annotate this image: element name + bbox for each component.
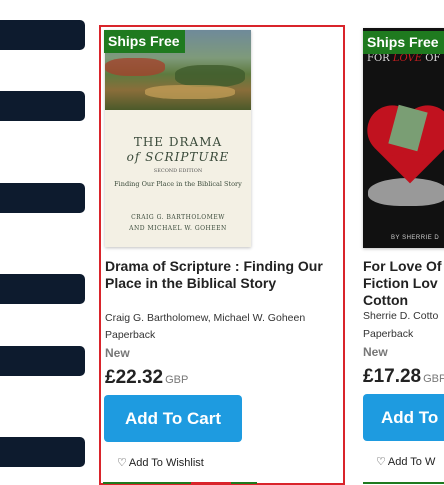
cover-author-line2: AND MICHAEL W. GOHEEN	[129, 225, 227, 232]
product-condition: New	[363, 345, 388, 359]
price-currency: GBP	[165, 374, 189, 386]
book-cover-image[interactable]: THE DRAMA of SCRIPTURE SECOND EDITION Fi…	[105, 30, 251, 247]
sidebar-button-4[interactable]	[0, 274, 85, 304]
add-to-wishlist-link[interactable]: ♡ Add To W	[376, 455, 435, 468]
ships-free-badge: Ships Free	[104, 30, 185, 53]
cover-author: BY SHERRIE D	[391, 235, 440, 241]
heart-icon: ♡	[117, 457, 127, 469]
product-price: £22.32 GBP	[105, 367, 188, 389]
wishlist-label: Add To W	[387, 456, 436, 468]
price-value: £22.32	[105, 367, 164, 388]
product-condition: New	[105, 346, 130, 360]
cover-title: FOR LOVE OF	[367, 53, 441, 64]
price-value: £17.28	[363, 366, 422, 387]
add-to-cart-button[interactable]: Add To Cart	[104, 395, 242, 442]
cover-author-line1: CRAIG G. BARTHOLOMEW	[131, 214, 225, 221]
next-row-divider	[103, 482, 257, 484]
sidebar-button-5[interactable]	[0, 346, 85, 376]
product-title[interactable]: For Love Of Fiction Lov Cotton	[363, 258, 444, 309]
sidebar-button-3[interactable]	[0, 183, 85, 213]
add-to-cart-button[interactable]: Add To	[363, 394, 444, 441]
product-card[interactable]: THE DRAMA of SCRIPTURE SECOND EDITION Fi…	[99, 25, 345, 485]
product-format: Paperback	[363, 328, 414, 340]
cover-subtitle: Finding Our Place in the Biblical Story	[114, 180, 242, 188]
cover-title-line1: THE DRAMA	[133, 135, 223, 149]
sidebar-button-2[interactable]	[0, 91, 85, 121]
cover-edition: SECOND EDITION	[153, 168, 203, 174]
product-price: £17.28 GBP	[363, 366, 444, 388]
book-cover-image[interactable]: FOR LOVE OF BY SHERRIE D	[363, 28, 444, 248]
product-author[interactable]: Craig G. Bartholomew, Michael W. Goheen	[105, 312, 305, 324]
add-to-wishlist-link[interactable]: ♡ Add To Wishlist	[117, 456, 204, 469]
next-row-divider	[363, 482, 444, 484]
cover-title-line2: of SCRIPTURE	[126, 150, 230, 164]
product-format: Paperback	[105, 329, 156, 341]
wishlist-label: Add To Wishlist	[128, 457, 204, 469]
sidebar-button-6[interactable]	[0, 437, 85, 467]
product-card[interactable]: FOR LOVE OF BY SHERRIE D Ships Free For …	[363, 0, 444, 485]
cover-hand-illustration	[368, 178, 444, 206]
heart-icon: ♡	[376, 456, 386, 468]
sidebar-button-1[interactable]	[0, 20, 85, 50]
product-title[interactable]: Drama of Scripture : Finding Our Place i…	[105, 258, 335, 292]
price-currency: GBP	[423, 373, 444, 385]
ships-free-badge: Ships Free	[363, 31, 444, 54]
product-author[interactable]: Sherrie D. Cotto	[363, 310, 438, 322]
